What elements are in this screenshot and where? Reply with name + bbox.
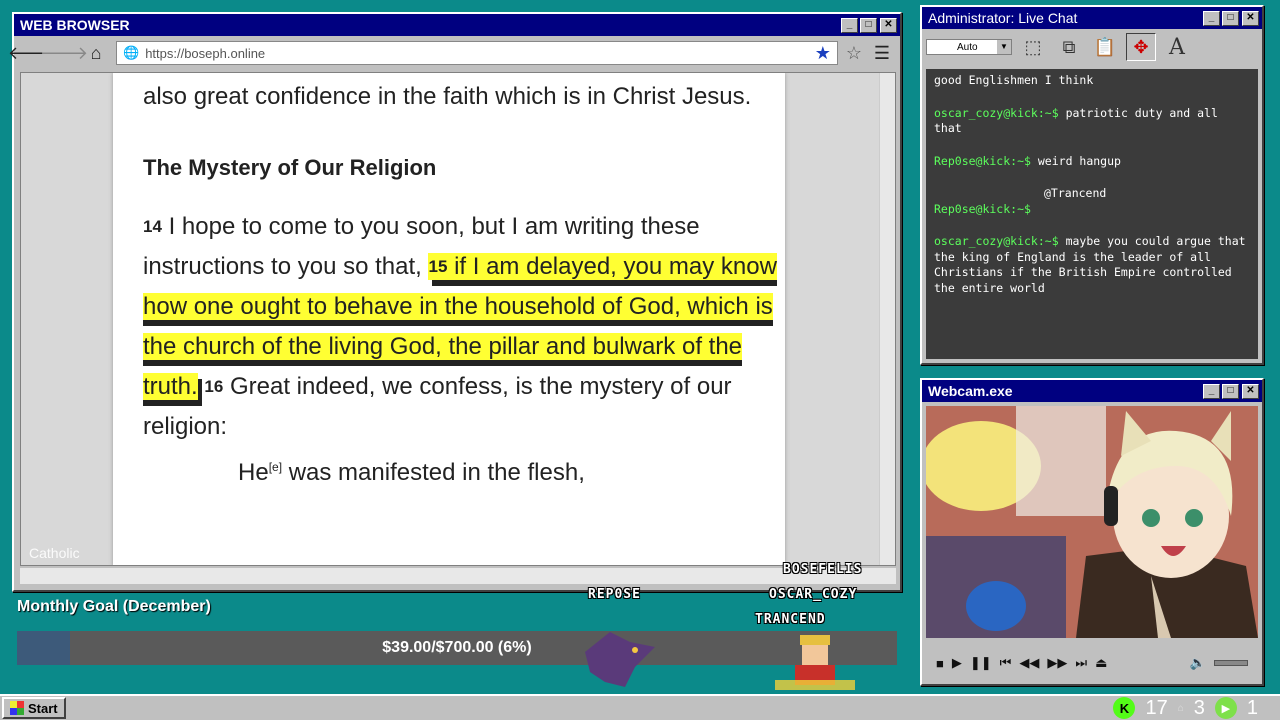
vertical-scrollbar[interactable] [879, 73, 895, 565]
volume-slider[interactable] [1214, 660, 1248, 666]
minimize-button[interactable]: _ [841, 17, 858, 33]
browser-title: WEB BROWSER [20, 17, 130, 33]
vtuber-avatar-image [926, 406, 1258, 638]
chat-toolbar: Auto ▼ ⬚ ⧉ 📋 ✥ A [922, 29, 1262, 65]
play-circle-icon[interactable]: ▶ [1214, 697, 1237, 719]
sub-count: 1 [1246, 696, 1258, 719]
skip-forward-icon[interactable]: ⏭ [1075, 655, 1087, 671]
maximize-button[interactable]: □ [860, 17, 877, 33]
verse-16-text: Great indeed, we confess, is the mystery… [143, 373, 732, 440]
browser-titlebar[interactable]: WEB BROWSER _ □ ✕ [14, 14, 900, 36]
home-icon[interactable]: ⌂ [84, 41, 108, 65]
overlay-name-bosefelis: BOSEFELIS [783, 562, 863, 577]
system-tray: K 17 ⌂ 3 ▶ 1 [1113, 697, 1278, 720]
chat-message: @Trancend Rep0se@kick:~$ [934, 186, 1250, 217]
overlay-name-trancend: TRANCEND [755, 612, 826, 627]
poem-line: He[e] was manifested in the flesh, [143, 447, 785, 493]
overlay-name-oscar-cozy: OSCAR_COZY [769, 587, 858, 602]
webcam-window: Webcam.exe _ □ ✕ ■ ▶ ❚❚ ⏮ ◀◀ ▶▶ ⏭ ⏏ 🔈 [920, 378, 1264, 686]
select-icon[interactable]: ⬚ [1018, 33, 1048, 61]
taskbar: Start K 17 ⌂ 3 ▶ 1 [0, 694, 1280, 720]
intro-text: also great confidence in the faith which… [143, 83, 752, 110]
cozy-icon: ⌂ [1177, 702, 1184, 714]
webcam-title: Webcam.exe [928, 383, 1013, 399]
maximize-button[interactable]: □ [1222, 10, 1239, 26]
goal-progress-bar: $39.00/$700.00 (6%) [17, 631, 897, 665]
browser-window: WEB BROWSER _ □ ✕ 🡐 🡒 ⌂ 🌐 https://boseph… [8, 12, 902, 592]
stop-icon[interactable]: ■ [936, 656, 944, 671]
watermark-text: Catholic [29, 545, 80, 561]
page-viewport[interactable]: also great confidence in the faith which… [20, 72, 896, 566]
overlay-name-repose: REP0SE [588, 587, 641, 602]
dragon-sprite [585, 632, 655, 687]
verse-number-15: 15 [428, 257, 448, 276]
webcam-video [926, 406, 1258, 638]
document-page: also great confidence in the faith which… [113, 73, 785, 565]
globe-icon: 🌐 [123, 45, 140, 60]
chat-mention: @Trancend [1044, 186, 1107, 200]
chat-title: Administrator: Live Chat [928, 10, 1078, 26]
browser-navbar: 🡐 🡒 ⌂ 🌐 https://boseph.online ★ ☆ ☰ [8, 36, 900, 70]
verse-number-14: 14 [143, 217, 162, 236]
pause-icon[interactable]: ❚❚ [970, 655, 992, 671]
size-dropdown[interactable]: Auto ▼ [926, 39, 1012, 55]
chat-text: weird hangup [1037, 153, 1121, 168]
maximize-button[interactable]: □ [1222, 383, 1239, 399]
verse-number-16: 16 [204, 377, 224, 396]
play-icon[interactable]: ▶ [952, 655, 962, 671]
chat-message: Rep0se@kick:~$ weird hangup [934, 154, 1250, 170]
chat-username[interactable]: Rep0se@kick:~$ [934, 154, 1031, 168]
chat-message: good Englishmen I think [934, 73, 1250, 89]
chat-message: oscar_cozy@kick:~$ maybe you could argue… [934, 234, 1250, 296]
chat-username[interactable]: Rep0se@kick:~$ [934, 202, 1031, 216]
dropdown-value: Auto [957, 41, 978, 53]
chat-username[interactable]: oscar_cozy@kick:~$ [934, 106, 1059, 120]
favorites-icon[interactable]: ☆ [846, 43, 862, 64]
passage: 14 I hope to come to you soon, but I am … [143, 207, 785, 447]
poem-rest: was manifested in the flesh, [288, 459, 585, 486]
bookmark-star-icon[interactable]: ★ [815, 43, 831, 64]
follower-count: 3 [1193, 696, 1205, 719]
close-button[interactable]: ✕ [880, 17, 897, 33]
chat-window: Administrator: Live Chat _ □ ✕ Auto ▼ ⬚ ⧉… [920, 5, 1264, 365]
url-text[interactable]: https://boseph.online [145, 46, 809, 61]
fast-forward-icon[interactable]: ▶▶ [1047, 655, 1067, 671]
close-button[interactable]: ✕ [1242, 383, 1259, 399]
poem-word: He [238, 459, 269, 486]
rewind-icon[interactable]: ◀◀ [1019, 655, 1039, 671]
section-heading: The Mystery of Our Religion [143, 155, 437, 180]
footnote-link[interactable]: [e] [269, 460, 282, 474]
goal-amount: $39.00/$700.00 (6%) [382, 639, 532, 656]
horizontal-scrollbar[interactable] [20, 568, 896, 584]
media-controls: ■ ▶ ❚❚ ⏮ ◀◀ ▶▶ ⏭ ⏏ 🔈 [926, 648, 1258, 678]
webcam-titlebar[interactable]: Webcam.exe _ □ ✕ [922, 380, 1262, 402]
chat-message: oscar_cozy@kick:~$ patriotic duty and al… [934, 106, 1250, 137]
chevron-down-icon: ▼ [997, 40, 1011, 54]
windows-logo-icon [10, 701, 24, 715]
chat-log[interactable]: good Englishmen I think oscar_cozy@kick:~… [926, 69, 1258, 359]
chat-username[interactable]: oscar_cozy@kick:~$ [934, 234, 1059, 248]
forward-icon[interactable]: 🡒 [40, 41, 88, 65]
minimize-button[interactable]: _ [1203, 383, 1220, 399]
chat-text: good Englishmen I think [934, 73, 1094, 87]
chat-titlebar[interactable]: Administrator: Live Chat _ □ ✕ [922, 7, 1262, 29]
close-button[interactable]: ✕ [1242, 10, 1259, 26]
volume-icon[interactable]: 🔈 [1190, 655, 1206, 671]
viewer-count: 17 [1145, 696, 1168, 719]
address-bar[interactable]: 🌐 https://boseph.online ★ [116, 41, 838, 65]
pirate-sprite [775, 635, 855, 690]
start-label: Start [28, 700, 58, 716]
eject-icon[interactable]: ⏏ [1095, 655, 1107, 671]
copy-icon[interactable]: ⧉ [1054, 33, 1084, 61]
start-button[interactable]: Start [2, 697, 66, 719]
goal-title: Monthly Goal (December) [17, 598, 211, 615]
skip-back-icon[interactable]: ⏮ [1000, 655, 1012, 671]
paste-icon[interactable]: 📋 [1090, 33, 1120, 61]
kick-icon[interactable]: K [1113, 697, 1136, 719]
text-icon[interactable]: A [1162, 33, 1192, 61]
menu-icon[interactable]: ☰ [870, 41, 894, 65]
minimize-button[interactable]: _ [1203, 10, 1220, 26]
move-icon[interactable]: ✥ [1126, 33, 1156, 61]
